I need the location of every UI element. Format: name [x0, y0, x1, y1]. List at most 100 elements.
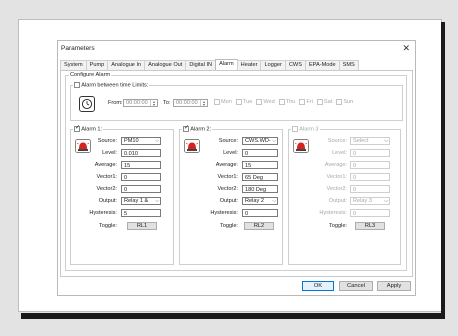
- alarm-3-relay-toggle-button[interactable]: RL3: [355, 222, 385, 230]
- alarm-1-hysteresis-input[interactable]: 5: [121, 209, 161, 217]
- alarm-2-relay-toggle-button[interactable]: RL2: [244, 222, 274, 230]
- alarm-3-hysteresis-input[interactable]: 0: [350, 209, 390, 217]
- time-limits-checkbox[interactable]: [74, 82, 80, 88]
- tab-cws[interactable]: CWS: [284, 60, 306, 70]
- alarm-1-source-select[interactable]: PM10 ⌵: [121, 137, 161, 145]
- window-title: Parameters: [61, 45, 95, 52]
- day-sat-label: Sat: [323, 99, 333, 105]
- tab-system[interactable]: System: [60, 60, 87, 70]
- to-time-value: 00:00:00: [176, 100, 198, 106]
- day-sun[interactable]: Sun: [336, 99, 353, 105]
- day-sun-label: Sun: [343, 99, 354, 105]
- alarm-3-toggle[interactable]: Alarm 3: [291, 126, 320, 133]
- chevron-down-icon: ⌵: [272, 138, 276, 144]
- alarm-3-hysteresis-label: Hysteresis:: [319, 210, 347, 216]
- configure-alarm-label: Configure Alarm: [69, 72, 112, 78]
- alarm-3-checkbox[interactable]: [292, 126, 298, 132]
- close-icon[interactable]: ✕: [402, 43, 410, 54]
- ok-button[interactable]: OK: [302, 281, 334, 291]
- day-sun-checkbox[interactable]: [336, 99, 343, 105]
- cancel-button[interactable]: Cancel: [339, 281, 373, 291]
- alarm-1-output-label: Output:: [98, 198, 117, 204]
- day-fri[interactable]: Fri: [299, 99, 313, 105]
- to-spinner-icon[interactable]: ▴ ▾: [200, 100, 207, 107]
- alarm-2-group: Alarm 2: Source: CWS.WD-⌵ Level: 0 Avera…: [179, 124, 283, 265]
- alarm-1-source-value: PM10: [124, 138, 139, 144]
- tab-sms[interactable]: SMS: [338, 60, 359, 70]
- day-wed-label: Wed: [263, 99, 275, 105]
- alarm-1-source-label: Source:: [97, 138, 117, 144]
- tab-analogue-out[interactable]: Analogue Out: [144, 60, 187, 70]
- apply-button[interactable]: Apply: [377, 281, 411, 291]
- alarm-3-vector2-input[interactable]: 0: [350, 185, 390, 193]
- day-tue-checkbox[interactable]: [235, 99, 242, 105]
- alarm-2-vector2-label: Vector2:: [217, 186, 238, 192]
- alarm-3-group: Alarm 3 Source: Select ⌵ Level: 0 Average…: [288, 126, 401, 265]
- alarm-1-average-input[interactable]: 15: [121, 161, 161, 169]
- alarm-1-relay-toggle-button[interactable]: RL1: [127, 222, 157, 230]
- alarm-2-output-select[interactable]: Relay 2 ⌵: [242, 197, 278, 205]
- alarm-2-vector1-input[interactable]: 65 Deg: [242, 173, 278, 181]
- clock-icon: [79, 96, 95, 112]
- alarm-2-checkbox[interactable]: [183, 124, 189, 132]
- alarm-1-label: Alarm 1:: [81, 126, 103, 133]
- title-bar: Parameters ✕: [58, 41, 415, 57]
- day-thu-label: Thu: [285, 99, 296, 105]
- alarm-3-level-input[interactable]: 0: [350, 149, 390, 157]
- day-tue-label: Tue: [242, 99, 253, 105]
- chevron-down-icon: ⌵: [384, 198, 388, 204]
- tab-pump[interactable]: Pump: [85, 60, 109, 70]
- from-spinner-icon[interactable]: ▴ ▾: [150, 100, 157, 107]
- alarm-1-level-label: Level:: [102, 150, 117, 156]
- alarm-1-level-input[interactable]: 0.010: [121, 149, 161, 157]
- day-thu-checkbox[interactable]: [278, 99, 285, 105]
- day-fri-label: Fri: [306, 99, 313, 105]
- alarm-3-vector1-input[interactable]: 0: [350, 173, 390, 181]
- alarm-3-output-select[interactable]: Relay 3 ⌵: [350, 197, 390, 205]
- day-mon-label: Mon: [221, 99, 232, 105]
- alarm-2-level-label: Level:: [223, 150, 238, 156]
- day-sat[interactable]: Sat: [316, 99, 333, 105]
- alarm-3-source-select[interactable]: Select ⌵: [350, 137, 390, 145]
- tab-alarm[interactable]: Alarm: [215, 59, 238, 70]
- alarm-1-checkbox[interactable]: [74, 124, 80, 132]
- alarm-2-vector2-input[interactable]: 180 Deg: [242, 185, 278, 193]
- alarm-2-average-input[interactable]: 15: [242, 161, 278, 169]
- alarm-1-vector2-input[interactable]: 0: [121, 185, 161, 193]
- day-fri-checkbox[interactable]: [299, 99, 306, 105]
- alarm-3-label: Alarm 3: [299, 126, 319, 133]
- alarm-2-level-input[interactable]: 0: [242, 149, 278, 157]
- tab-analogue-in[interactable]: Analogue In: [107, 60, 146, 70]
- tab-logger[interactable]: Logger: [260, 60, 286, 70]
- alarm-1-group: Alarm 1: Source: PM10 ⌵ Level: 0.010 Aver…: [70, 124, 174, 265]
- alarm-1-toggle-label: Toggle:: [98, 223, 117, 229]
- day-tue[interactable]: Tue: [235, 99, 253, 105]
- day-mon[interactable]: Mon: [214, 99, 232, 105]
- alarm-1-output-select[interactable]: Relay 1 & ⌵: [121, 197, 161, 205]
- day-sat-checkbox[interactable]: [316, 99, 323, 105]
- alarm-1-vector1-input[interactable]: 0: [121, 173, 161, 181]
- from-time-field[interactable]: 00:00:00 ▴ ▾: [123, 99, 158, 107]
- alarm-2-hysteresis-label: Hysteresis:: [210, 210, 238, 216]
- day-mon-checkbox[interactable]: [214, 99, 220, 105]
- alarm-2-output-label: Output:: [219, 198, 238, 204]
- day-wed-checkbox[interactable]: [256, 99, 263, 105]
- alarm-3-average-input[interactable]: 0: [350, 161, 390, 169]
- tab-heater[interactable]: Heater: [236, 60, 262, 70]
- siren-icon: [75, 139, 91, 153]
- alarm-1-vector1-label: Vector1:: [96, 174, 117, 180]
- alarm-1-toggle[interactable]: Alarm 1:: [73, 124, 104, 133]
- time-limits-toggle[interactable]: Alarm between time Limits:: [73, 82, 150, 89]
- alarm-2-toggle[interactable]: Alarm 2:: [182, 124, 213, 133]
- day-thu[interactable]: Thu: [278, 99, 296, 105]
- alarm-2-source-select[interactable]: CWS.WD- ⌵: [242, 137, 278, 145]
- alarm-2-hysteresis-input[interactable]: 0: [242, 209, 278, 217]
- alarm-3-vector1-label: Vector1:: [326, 174, 347, 180]
- to-time-field[interactable]: 00:00:00 ▴ ▾: [173, 99, 208, 107]
- alarm-1-output-value: Relay 1 &: [124, 198, 149, 204]
- day-wed[interactable]: Wed: [256, 99, 275, 105]
- tab-epa-mode[interactable]: EPA-Mode: [304, 60, 340, 70]
- tab-digital-in[interactable]: Digital IN: [185, 60, 217, 70]
- siren-icon: [184, 139, 200, 153]
- time-limits-group: Alarm between time Limits: From: 00:00:0…: [70, 82, 403, 121]
